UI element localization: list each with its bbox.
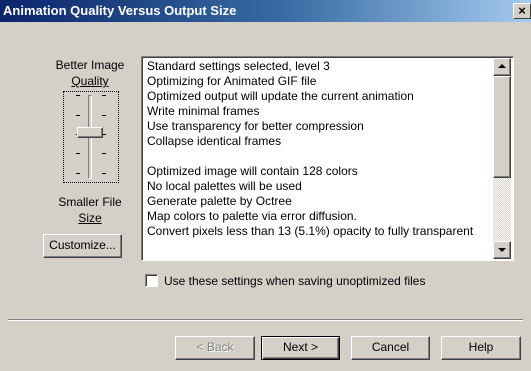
close-button[interactable]: × (513, 3, 531, 19)
slider-tick (76, 173, 80, 174)
separator (8, 319, 523, 321)
settings-line: No local palettes will be used (147, 179, 302, 193)
cancel-button[interactable]: Cancel (351, 336, 430, 360)
scroll-up-button[interactable] (493, 58, 511, 76)
title-bar: Animation Quality Versus Output Size × (0, 0, 531, 22)
close-icon: × (518, 3, 526, 18)
dialog-window: Animation Quality Versus Output Size × B… (0, 0, 531, 371)
use-settings-checkbox-label: Use these settings when saving unoptimiz… (164, 274, 426, 288)
window-title: Animation Quality Versus Output Size (3, 3, 237, 18)
slider-tick (76, 115, 80, 116)
use-settings-checkbox-row[interactable]: Use these settings when saving unoptimiz… (145, 273, 475, 289)
settings-line: Map colors to palette via error diffusio… (147, 209, 357, 223)
settings-line: Optimized image will contain 128 colors (147, 164, 358, 178)
better-quality-label-line2: Quality (71, 74, 109, 88)
better-quality-label-line1: Better Image (55, 58, 125, 72)
quality-slider[interactable] (61, 89, 121, 185)
settings-line: Convert pixels less than 13 (5.1%) opaci… (147, 224, 474, 238)
smaller-size-label-line1: Smaller File (58, 195, 122, 209)
settings-line: Collapse identical frames (147, 134, 282, 148)
vertical-scrollbar[interactable] (493, 58, 511, 259)
arrow-up-icon (498, 64, 506, 68)
cancel-button-label: Cancel (371, 340, 410, 354)
settings-line: Write minimal frames (147, 104, 260, 118)
scroll-down-button[interactable] (493, 241, 511, 259)
settings-line: Standard settings selected, level 3 (147, 59, 330, 73)
use-settings-checkbox[interactable] (145, 274, 158, 287)
better-quality-label: Better Image Quality (50, 57, 130, 89)
settings-line (147, 149, 489, 164)
customize-button-label: Customize... (49, 238, 116, 252)
smaller-size-label-line2: Size (78, 211, 102, 225)
help-button-label: Help (468, 340, 494, 354)
settings-line: Optimizing for Animated GIF file (147, 74, 317, 88)
arrow-down-icon (498, 248, 506, 252)
slider-tick (102, 115, 106, 116)
next-button-label: Next > (282, 340, 318, 354)
slider-tick (102, 95, 106, 96)
smaller-size-label: Smaller File Size (50, 194, 130, 226)
slider-thumb[interactable] (77, 127, 103, 138)
slider-tick (76, 153, 80, 154)
help-button[interactable]: Help (441, 336, 521, 360)
settings-lines: Standard settings selected, level 3 Optim… (147, 59, 489, 239)
slider-tick (102, 153, 106, 154)
back-button[interactable]: < Back (175, 336, 255, 360)
back-button-label: < Back (196, 340, 234, 354)
settings-line: Optimized output will update the current… (147, 89, 414, 103)
settings-line: Generate palette by Octree (147, 194, 292, 208)
settings-line: Use transparency for better compression (147, 119, 364, 133)
settings-summary-list[interactable]: Standard settings selected, level 3 Optim… (141, 56, 514, 261)
slider-tick (76, 95, 80, 96)
next-button[interactable]: Next > (261, 336, 340, 360)
customize-button[interactable]: Customize... (43, 234, 122, 258)
scrollbar-thumb[interactable] (493, 76, 511, 178)
slider-tick (102, 173, 106, 174)
